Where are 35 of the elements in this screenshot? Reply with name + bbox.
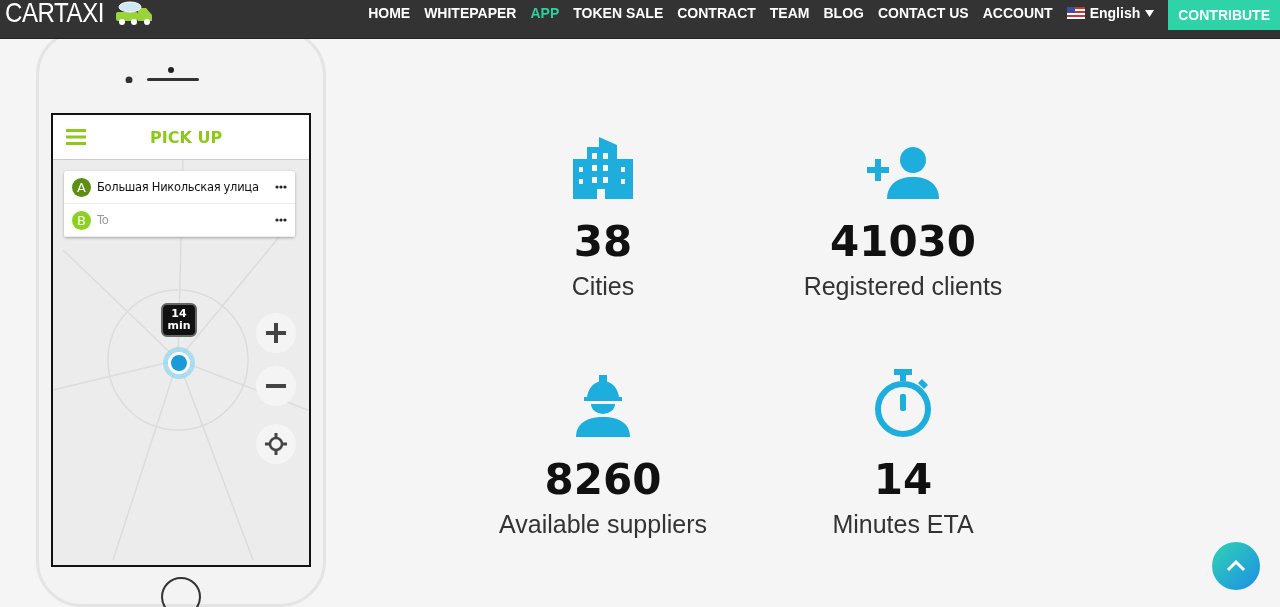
nav-link[interactable]: TOKEN SALE [573,5,664,21]
stat-value: 14 [873,455,933,505]
nav-link[interactable]: ACCOUNT [982,5,1053,21]
nav-link[interactable]: WHITEPAPER [424,5,517,21]
more-icon[interactable] [275,218,287,222]
eta-pin: 14 min [161,303,197,337]
nav-link[interactable]: HOME [368,5,411,21]
flag-icon [1066,7,1085,19]
location-dot-icon [162,346,196,380]
route-marker: B [72,210,91,230]
nav-link[interactable]: BLOG [823,5,864,21]
stat-value: 8260 [544,455,662,505]
more-icon[interactable] [275,185,287,189]
stat-value: 38 [573,217,633,267]
nav-link[interactable]: APP [530,5,560,21]
stat-label: Available suppliers [499,509,707,539]
stat-label: Registered clients [803,271,1003,301]
language-selector[interactable]: English [1066,0,1155,21]
nav-link[interactable]: CONTRACT [677,5,756,21]
crosshair-icon [265,433,287,455]
plus-icon [266,323,286,343]
stat-label: Cities [571,271,635,301]
nav-link[interactable]: CONTACT US [877,5,969,21]
minus-icon [266,384,286,388]
app-title: PICK UP [150,127,223,147]
nav-link[interactable]: TEAM [769,5,810,21]
scroll-to-top-button[interactable] [1212,542,1260,590]
stat-label: Minutes ETA [832,509,974,539]
chevron-up-icon [1226,560,1246,572]
stopwatch-icon [873,367,933,437]
route-marker: A [72,177,91,197]
stat-value: 41030 [829,217,977,267]
address-text: Большая Никольская улица [97,180,260,194]
caret-icon [1145,9,1155,17]
logo-text[interactable]: CARTAXI [5,0,105,26]
